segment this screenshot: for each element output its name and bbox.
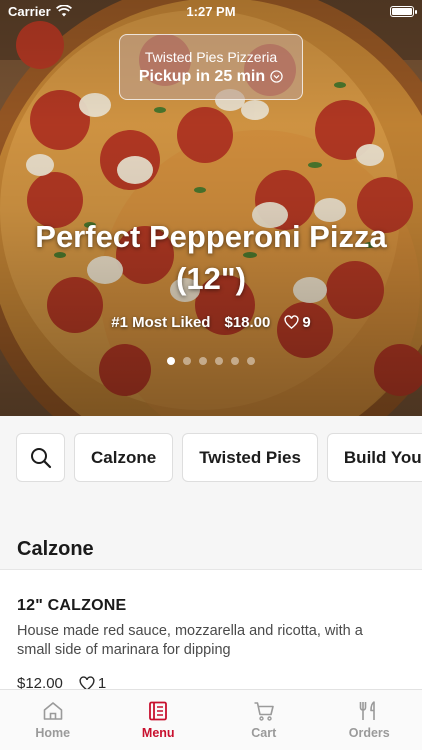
carousel-dots[interactable] (0, 357, 422, 365)
chevron-down-circle-icon (270, 70, 283, 83)
featured-price: $18.00 (224, 314, 271, 331)
tab-cart[interactable]: Cart (211, 690, 317, 750)
featured-dish-title: Perfect Pepperoni Pizza (12") (35, 219, 387, 296)
cart-icon (254, 702, 274, 721)
featured-likes-count: 9 (302, 314, 311, 331)
carousel-dot[interactable] (215, 357, 223, 365)
menu-item-name: 12" CALZONE (17, 597, 127, 614)
carousel-dot[interactable] (167, 357, 175, 365)
orders-icon (359, 701, 376, 720)
tab-home-label: Home (35, 726, 71, 740)
hero-banner[interactable]: Carrier 1:27 PM Twisted Pies Pizzeria Pi… (0, 0, 422, 416)
battery-icon (390, 5, 417, 17)
heart-icon (284, 315, 299, 330)
clock: 1:27 PM (186, 4, 236, 19)
tab-cart-label: Cart (251, 726, 277, 740)
carousel-dot[interactable] (183, 357, 191, 365)
menu-item-card[interactable]: 12" CALZONE House made red sauce, mozzar… (0, 571, 422, 692)
pickup-time: Pickup in 25 min (138, 67, 266, 85)
carousel-dot[interactable] (199, 357, 207, 365)
section-title: Calzone (17, 538, 94, 560)
search-button[interactable] (16, 433, 65, 482)
featured-likes[interactable]: 9 (284, 314, 311, 331)
category-chip-build-your[interactable]: Build Your (326, 433, 422, 482)
category-chip-twisted-pies[interactable]: Twisted Pies (182, 433, 318, 482)
tab-menu[interactable]: Menu (106, 690, 212, 750)
tab-menu-label: Menu (141, 726, 175, 740)
tab-orders[interactable]: Orders (317, 690, 422, 750)
menu-icon (149, 701, 168, 721)
pickup-selector[interactable]: Twisted Pies Pizzeria Pickup in 25 min (119, 34, 303, 100)
home-icon (43, 702, 63, 720)
category-bar: Calzone Twisted Pies Build Your (0, 416, 422, 500)
section-header: Calzone (0, 500, 422, 570)
carousel-dot[interactable] (247, 357, 255, 365)
tab-orders-label: Orders (348, 726, 390, 740)
menu-item-description: House made red sauce, mozzarella and ric… (17, 623, 363, 658)
status-bar: Carrier 1:27 PM (0, 0, 422, 22)
tab-home[interactable]: Home (0, 690, 106, 750)
featured-badge: #1 Most Liked (111, 314, 211, 331)
tab-bar: Home Menu Cart Orders (0, 689, 422, 750)
carousel-dot[interactable] (231, 357, 239, 365)
category-chip-calzone[interactable]: Calzone (74, 433, 174, 482)
search-icon (30, 447, 51, 468)
featured-dish-meta: #1 Most Liked $18.00 9 (0, 314, 422, 331)
restaurant-name: Twisted Pies Pizzeria (144, 48, 278, 65)
